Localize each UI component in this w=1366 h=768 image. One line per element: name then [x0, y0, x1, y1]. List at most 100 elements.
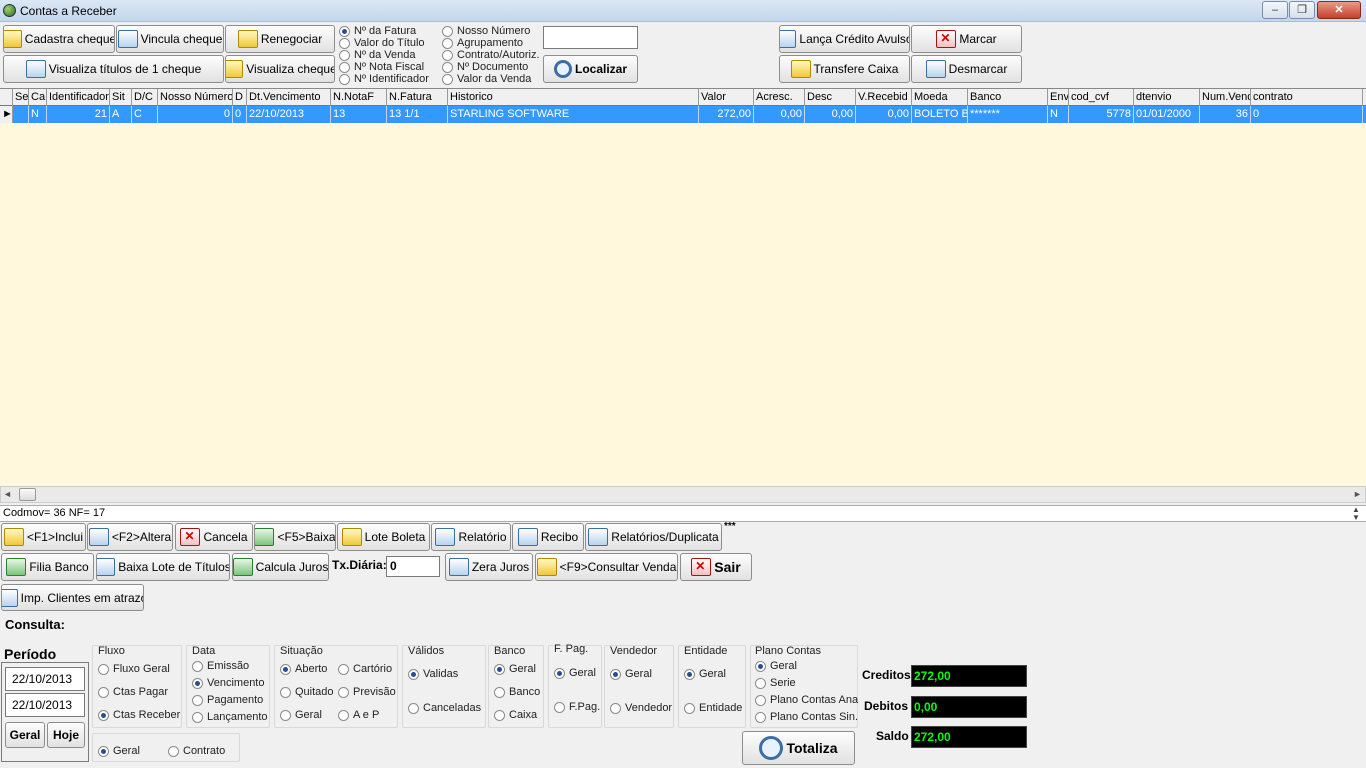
- radio-button[interactable]: [684, 668, 695, 680]
- fpag-option[interactable]: F.Pag.: [554, 701, 600, 713]
- desmarcar-button[interactable]: Desmarcar: [911, 55, 1022, 83]
- situacao-option[interactable]: Aberto: [280, 663, 327, 675]
- column-header[interactable]: Desc: [805, 89, 856, 106]
- situacao-option[interactable]: A e P: [338, 709, 379, 721]
- lote-boleta-button[interactable]: Lote Boleta: [337, 523, 430, 551]
- radio-button[interactable]: [280, 663, 291, 675]
- radio-button[interactable]: [610, 702, 621, 714]
- consultar-venda-button[interactable]: <F9>Consultar Venda: [535, 553, 678, 581]
- vincula-cheque-button[interactable]: Vincula cheque: [116, 25, 224, 53]
- altera-button[interactable]: <F2>Altera: [87, 523, 173, 551]
- data-option[interactable]: Vencimento: [192, 677, 264, 689]
- radio-button[interactable]: [98, 686, 109, 698]
- scroll-right-icon[interactable]: ►: [1353, 489, 1362, 499]
- plano-option[interactable]: Geral: [755, 660, 797, 672]
- column-header[interactable]: N.Fatura: [387, 89, 448, 106]
- radio-button[interactable]: [755, 660, 766, 672]
- column-header[interactable]: Dt.Vencimento: [247, 89, 331, 106]
- column-header[interactable]: Banco: [968, 89, 1048, 106]
- radio-button[interactable]: [554, 667, 565, 679]
- data-option[interactable]: Pagamento: [192, 694, 263, 706]
- banco-option[interactable]: Banco: [494, 686, 540, 698]
- localizar-button[interactable]: Localizar: [543, 55, 638, 83]
- radio-button[interactable]: [339, 73, 350, 85]
- data-option[interactable]: Emissão: [192, 660, 249, 672]
- column-header[interactable]: Historico: [448, 89, 699, 106]
- titles-grid[interactable]: Se Ca Identificador Sit D/C Nosso Número…: [0, 88, 1366, 486]
- search-option[interactable]: Contrato/Autoriz.: [442, 49, 542, 61]
- radio-button[interactable]: [610, 668, 621, 680]
- imp-clientes-button[interactable]: Imp. Clientes em atrazo: [1, 584, 144, 611]
- radio-button[interactable]: [494, 686, 505, 698]
- search-option[interactable]: Nº Nota Fiscal: [339, 61, 439, 73]
- zera-juros-button[interactable]: Zera Juros: [445, 553, 533, 581]
- radio-button[interactable]: [338, 709, 349, 721]
- radio-button[interactable]: [192, 711, 203, 723]
- situacao-option[interactable]: Cartório: [338, 663, 392, 675]
- radio-button[interactable]: [339, 37, 350, 49]
- column-header[interactable]: Moeda: [912, 89, 968, 106]
- fluxo-option[interactable]: Ctas Receber: [98, 709, 180, 721]
- column-header[interactable]: Sit: [110, 89, 132, 106]
- tx-diaria-input[interactable]: 0: [386, 556, 440, 577]
- date-from-input[interactable]: 22/10/2013: [5, 667, 85, 691]
- marcar-button[interactable]: Marcar: [911, 25, 1022, 53]
- entidade-option[interactable]: Entidade: [684, 702, 742, 714]
- search-option[interactable]: Nosso Número: [442, 25, 542, 37]
- column-header[interactable]: Acresc.: [754, 89, 805, 106]
- validos-option[interactable]: Validas: [408, 668, 458, 680]
- column-header[interactable]: contrato: [1251, 89, 1363, 106]
- data-option[interactable]: Lançamento: [192, 711, 268, 723]
- column-header[interactable]: Num.Vend: [1200, 89, 1251, 106]
- banco-option[interactable]: Geral: [494, 663, 536, 675]
- transfere-caixa-button[interactable]: Transfere Caixa: [779, 55, 910, 83]
- radio-button[interactable]: [192, 677, 203, 689]
- radio-button[interactable]: [494, 663, 505, 675]
- column-header[interactable]: D: [233, 89, 247, 106]
- plano-option[interactable]: Plano Contas Ana: [755, 694, 858, 706]
- renegociar-button[interactable]: Renegociar: [225, 25, 335, 53]
- cadastra-cheque-button[interactable]: Cadastra cheque: [3, 25, 115, 53]
- recibo-button[interactable]: Recibo: [512, 523, 584, 551]
- totaliza-button[interactable]: Totaliza: [742, 731, 855, 765]
- vendedor-option[interactable]: Vendedor: [610, 702, 672, 714]
- scroll-thumb[interactable]: [19, 488, 36, 501]
- calcula-juros-button[interactable]: Calcula Juros: [232, 553, 329, 581]
- date-to-input[interactable]: 22/10/2013: [5, 693, 85, 717]
- radio-button[interactable]: [554, 701, 565, 713]
- tipo-option[interactable]: Geral: [98, 745, 140, 757]
- minimize-button[interactable]: ‒: [1262, 1, 1288, 19]
- vendedor-option[interactable]: Geral: [610, 668, 652, 680]
- radio-button[interactable]: [280, 709, 291, 721]
- lanca-credito-button[interactable]: Lança Crédito Avulso: [779, 25, 910, 53]
- radio-button[interactable]: [442, 49, 453, 61]
- situacao-option[interactable]: Quitado: [280, 686, 334, 698]
- visualiza-cheque-button[interactable]: Visualiza cheque: [225, 55, 335, 83]
- radio-button[interactable]: [338, 663, 349, 675]
- entidade-option[interactable]: Geral: [684, 668, 726, 680]
- maximize-button[interactable]: ❐: [1289, 1, 1315, 19]
- search-option[interactable]: Nº da Fatura: [339, 25, 439, 37]
- column-header[interactable]: Valor: [699, 89, 754, 106]
- relatorio-button[interactable]: Relatório: [431, 523, 511, 551]
- sair-button[interactable]: Sair: [680, 553, 752, 581]
- radio-button[interactable]: [192, 660, 203, 672]
- horizontal-scrollbar[interactable]: ◄ ►: [0, 486, 1366, 503]
- visualiza-titulos-button[interactable]: Visualiza títulos de 1 cheque: [3, 55, 224, 83]
- column-header[interactable]: D/C: [132, 89, 158, 106]
- fluxo-option[interactable]: Fluxo Geral: [98, 663, 170, 675]
- radio-button[interactable]: [442, 61, 453, 73]
- radio-button[interactable]: [442, 37, 453, 49]
- info-spin-icon[interactable]: ▲ ▼: [1352, 506, 1360, 522]
- column-header[interactable]: N.NotaF: [331, 89, 387, 106]
- filia-banco-button[interactable]: Filia Banco: [1, 553, 94, 581]
- column-header[interactable]: Nosso Número: [158, 89, 233, 106]
- radio-button[interactable]: [339, 49, 350, 61]
- inclui-button[interactable]: <F1>Inclui: [1, 523, 86, 551]
- cancela-button[interactable]: Cancela: [175, 523, 253, 551]
- relatorios-duplicata-button[interactable]: Relatórios/Duplicata: [585, 523, 722, 551]
- radio-button[interactable]: [168, 745, 179, 757]
- column-header[interactable]: cod_cvf: [1069, 89, 1134, 106]
- fpag-option[interactable]: Geral: [554, 667, 596, 679]
- radio-button[interactable]: [442, 73, 453, 85]
